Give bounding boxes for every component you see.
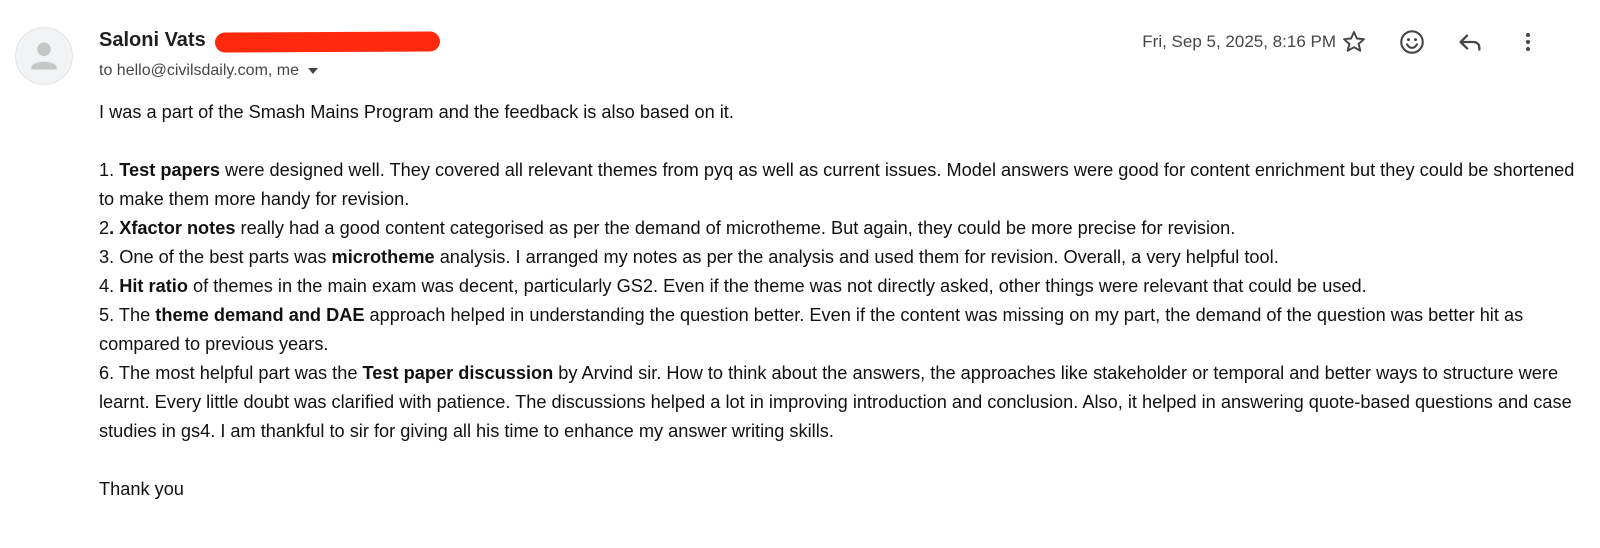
reply-icon	[1459, 34, 1481, 51]
body-item-4: 4. Hit ratio of themes in the main exam …	[99, 272, 1579, 301]
reply-button[interactable]	[1450, 22, 1490, 62]
item-bold: theme demand and DAE	[155, 305, 365, 325]
item-prefix: 5. The	[99, 305, 156, 325]
item-prefix: 3. One of the best parts was	[99, 247, 332, 267]
recipients-line: to hello@civilsdaily.com, me	[99, 62, 319, 80]
emoji-icon	[1400, 30, 1424, 54]
body-item-2: 2. Xfactor notes really had a good conte…	[99, 214, 1579, 243]
message-body: I was a part of the Smash Mains Program …	[99, 98, 1579, 504]
item-prefix: 4.	[99, 276, 120, 296]
more-options-button[interactable]	[1508, 22, 1548, 62]
item-bold: Hit ratio	[119, 276, 188, 296]
item-text: were designed well. They covered all rel…	[99, 160, 1575, 209]
emoji-reaction-button[interactable]	[1392, 22, 1432, 62]
recipients-text: to hello@civilsdaily.com, me	[99, 62, 300, 79]
item-text: analysis. I arranged my notes as per the…	[434, 247, 1279, 267]
item-text: really had a good content categorised as…	[235, 218, 1236, 238]
chevron-down-icon[interactable]	[308, 68, 319, 74]
item-prefix: 1.	[99, 160, 120, 180]
message-date: Fri, Sep 5, 2025, 8:16 PM	[1142, 32, 1336, 51]
sender-name[interactable]: Saloni Vats	[99, 29, 206, 52]
body-item-6: 6. The most helpful part was the Test pa…	[99, 359, 1579, 446]
body-item-5: 5. The theme demand and DAE approach hel…	[99, 301, 1579, 359]
sender-avatar[interactable]	[15, 27, 73, 85]
star-button[interactable]	[1334, 22, 1374, 62]
body-closing: Thank you	[99, 479, 184, 499]
person-icon	[31, 42, 57, 70]
star-icon	[1343, 31, 1365, 52]
item-bold: . Xfactor notes	[109, 218, 236, 238]
item-prefix: 2	[99, 218, 110, 238]
redaction-mark	[214, 31, 441, 53]
item-prefix: 6. The most helpful part was the	[99, 363, 363, 383]
body-item-1: 1. Test papers were designed well. They …	[99, 156, 1579, 214]
item-bold: microtheme	[331, 247, 435, 267]
item-text: of themes in the main exam was decent, p…	[187, 276, 1367, 296]
item-bold: Test papers	[119, 160, 220, 180]
body-item-3: 3. One of the best parts was microtheme …	[99, 243, 1579, 272]
body-intro: I was a part of the Smash Mains Program …	[99, 102, 734, 122]
more-vert-icon	[1526, 33, 1530, 51]
item-bold: Test paper discussion	[362, 363, 554, 383]
